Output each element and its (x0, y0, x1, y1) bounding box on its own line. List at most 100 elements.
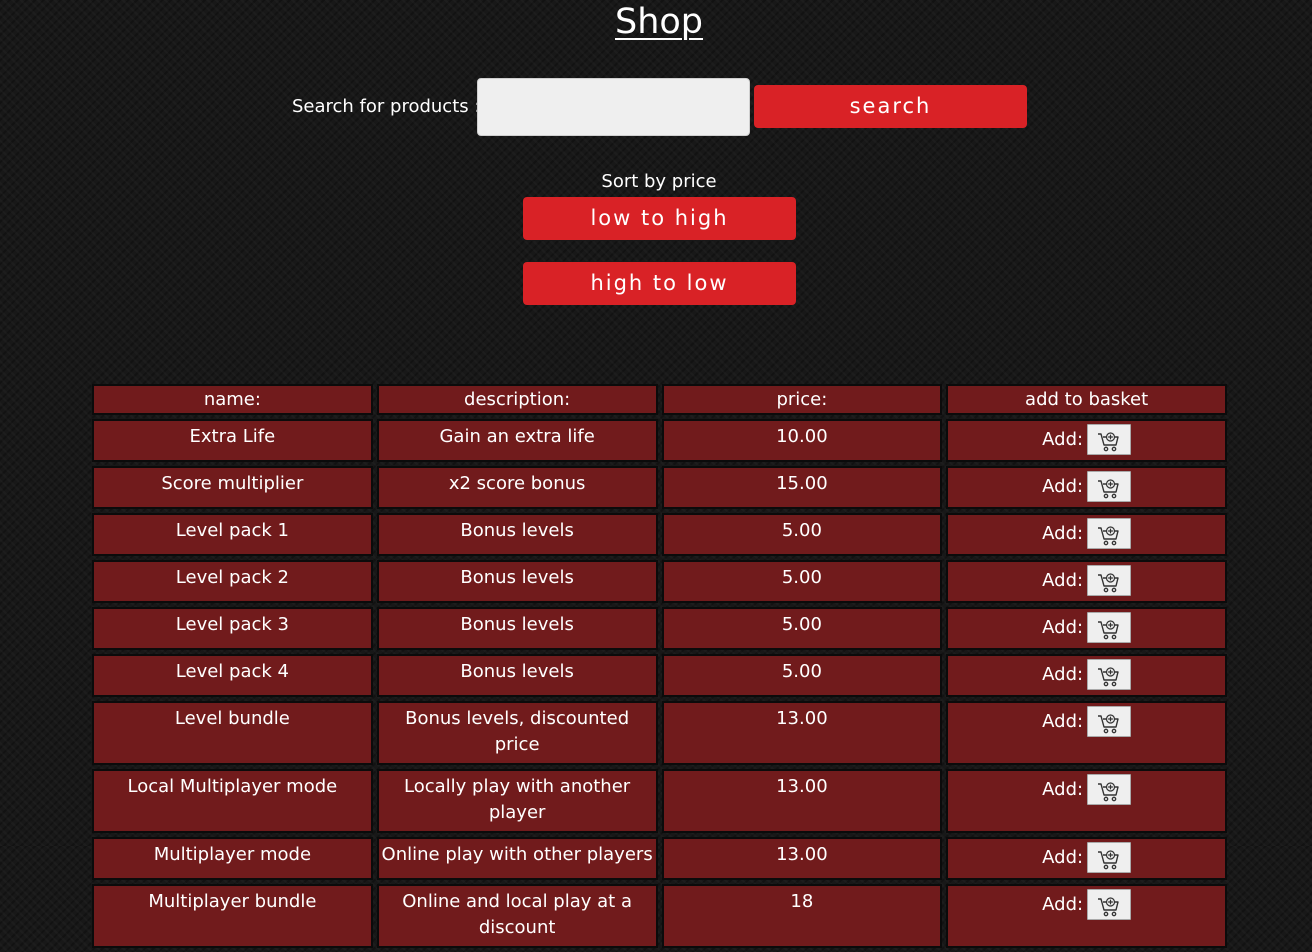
add-to-basket-cell: Add: (946, 837, 1227, 880)
add-label: Add: (1042, 476, 1084, 497)
product-name: Level bundle (92, 701, 373, 765)
cart-add-icon-svg (1098, 525, 1119, 545)
product-description: Bonus levels, discounted price (376, 701, 658, 765)
add-label: Add: (1042, 429, 1084, 450)
cart-add-icon (1088, 896, 1130, 918)
cart-add-icon (1088, 781, 1130, 803)
table-row: Extra Life Gain an extra life 10.00 Add: (92, 419, 1227, 462)
add-label: Add: (1042, 570, 1084, 591)
table-row: Level bundle Bonus levels, discounted pri… (92, 701, 1227, 765)
cart-add-icon (1088, 478, 1130, 500)
cart-add-icon (1088, 713, 1130, 735)
product-description: Bonus levels (376, 560, 658, 603)
cart-add-icon (1088, 431, 1130, 453)
page-title: Shop (614, 2, 704, 42)
product-name: Local Multiplayer mode (92, 769, 373, 833)
product-price: 18 (661, 884, 943, 948)
cart-add-icon (1088, 666, 1130, 688)
product-price: 5.00 (661, 513, 943, 556)
product-description: Bonus levels (376, 654, 658, 697)
add-to-basket-button[interactable] (1087, 659, 1132, 690)
add-to-basket-cell: Add: (946, 654, 1227, 697)
cart-add-icon-svg (1098, 572, 1119, 592)
add-label: Add: (1042, 664, 1084, 685)
search-bar: Search for products : (0, 78, 1312, 136)
header-price: price: (661, 384, 943, 415)
header-add-to-basket: add to basket (946, 384, 1227, 415)
add-label: Add: (1042, 847, 1084, 868)
add-label: Add: (1042, 523, 1084, 544)
cart-add-icon-svg (1098, 666, 1119, 686)
add-to-basket-button[interactable] (1087, 471, 1132, 502)
table-row: Level pack 2 Bonus levels 5.00 Add: (92, 560, 1227, 603)
product-name: Multiplayer mode (92, 837, 373, 880)
product-price: 5.00 (661, 560, 943, 603)
product-name: Extra Life (92, 419, 373, 462)
add-to-basket-button[interactable] (1087, 612, 1132, 643)
table-row: Multiplayer bundle Online and local play … (92, 884, 1227, 948)
header-description: description: (376, 384, 658, 415)
product-price: 10.00 (661, 419, 943, 462)
search-input[interactable] (477, 78, 750, 136)
product-price: 15.00 (661, 466, 943, 509)
add-label: Add: (1042, 779, 1084, 800)
add-to-basket-button[interactable] (1087, 706, 1132, 737)
product-name: Multiplayer bundle (92, 884, 373, 948)
add-to-basket-cell: Add: (946, 466, 1227, 509)
table-header-row: name: description: price: add to basket (92, 384, 1227, 415)
add-to-basket-button[interactable] (1087, 774, 1132, 805)
add-to-basket-cell: Add: (946, 607, 1227, 650)
add-to-basket-cell: Add: (946, 769, 1227, 833)
product-description: x2 score bonus (376, 466, 658, 509)
cart-add-icon (1088, 525, 1130, 547)
product-description: Bonus levels (376, 607, 658, 650)
table-row: Score multiplier x2 score bonus 15.00 Add: (92, 466, 1227, 509)
add-to-basket-cell: Add: (946, 560, 1227, 603)
add-to-basket-button[interactable] (1087, 842, 1132, 873)
cart-add-icon (1088, 572, 1130, 594)
add-to-basket-cell: Add: (946, 884, 1227, 948)
add-label: Add: (1042, 894, 1084, 915)
table-row: Level pack 4 Bonus levels 5.00 Add: (92, 654, 1227, 697)
add-to-basket-cell: Add: (946, 701, 1227, 765)
sort-high-to-low-button[interactable]: high to low (523, 262, 796, 305)
sort-label: Sort by price (601, 171, 717, 192)
add-to-basket-cell: Add: (946, 513, 1227, 556)
table-row: Multiplayer mode Online play with other p… (92, 837, 1227, 880)
table-row: Local Multiplayer mode Locally play with … (92, 769, 1227, 833)
cart-add-icon (1088, 619, 1130, 641)
add-to-basket-button[interactable] (1087, 565, 1132, 596)
cart-add-icon-svg (1098, 849, 1119, 869)
product-description: Online play with other players (376, 837, 658, 880)
search-label: Search for products : (292, 96, 481, 117)
product-description: Gain an extra life (376, 419, 658, 462)
add-to-basket-button[interactable] (1087, 889, 1132, 920)
cart-add-icon-svg (1098, 431, 1119, 451)
header-name: name: (92, 384, 373, 415)
product-description: Locally play with another player (376, 769, 658, 833)
add-to-basket-button[interactable] (1087, 518, 1132, 549)
product-name: Level pack 2 (92, 560, 373, 603)
products-table: name: description: price: add to basket … (88, 380, 1231, 952)
product-price: 13.00 (661, 769, 943, 833)
sort-low-to-high-button[interactable]: low to high (523, 197, 796, 240)
product-name: Level pack 4 (92, 654, 373, 697)
table-row: Level pack 3 Bonus levels 5.00 Add: (92, 607, 1227, 650)
add-to-basket-cell: Add: (946, 419, 1227, 462)
product-name: Score multiplier (92, 466, 373, 509)
add-to-basket-button[interactable] (1087, 424, 1132, 455)
add-label: Add: (1042, 711, 1084, 732)
product-price: 13.00 (661, 837, 943, 880)
cart-add-icon-svg (1098, 619, 1119, 639)
product-price: 13.00 (661, 701, 943, 765)
search-button[interactable]: search (754, 85, 1027, 128)
cart-add-icon-svg (1098, 896, 1119, 916)
product-description: Bonus levels (376, 513, 658, 556)
cart-add-icon-svg (1098, 478, 1119, 498)
product-name: Level pack 1 (92, 513, 373, 556)
table-row: Level pack 1 Bonus levels 5.00 Add: (92, 513, 1227, 556)
cart-add-icon-svg (1098, 781, 1119, 801)
product-description: Online and local play at a discount (376, 884, 658, 948)
product-price: 5.00 (661, 607, 943, 650)
add-label: Add: (1042, 617, 1084, 638)
